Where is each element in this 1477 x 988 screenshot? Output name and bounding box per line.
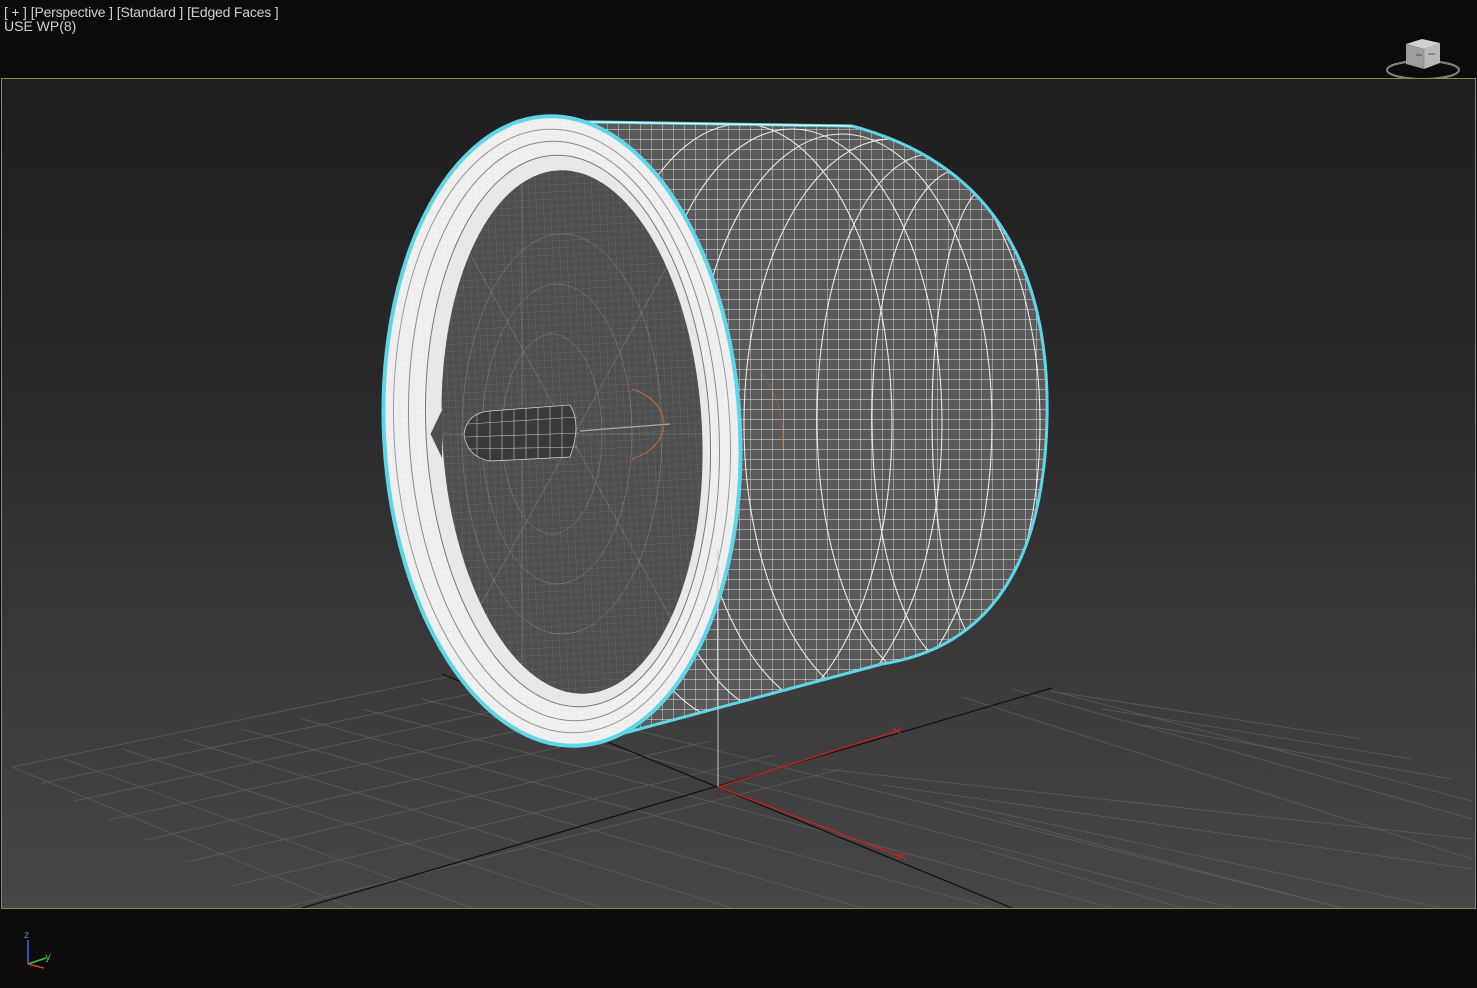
- perspective-viewport[interactable]: [1, 78, 1476, 909]
- viewcube-icon[interactable]: [1384, 34, 1462, 84]
- axis-y-label: y: [45, 952, 51, 963]
- ground-grid: [11, 676, 1473, 908]
- viewport-standard-menu[interactable]: [Standard ]: [117, 4, 183, 20]
- viewport-edged-faces-menu[interactable]: [Edged Faces ]: [187, 4, 279, 20]
- axis-z-label: z: [24, 930, 29, 941]
- viewport-3d[interactable]: [ + ] [Perspective ] [Standard ] [Edged Fac…: [0, 0, 1477, 988]
- axis-tripod-icon: z y: [24, 930, 51, 969]
- use-workplane-status: USE WP(8): [4, 18, 77, 34]
- scene-canvas[interactable]: [2, 79, 1475, 908]
